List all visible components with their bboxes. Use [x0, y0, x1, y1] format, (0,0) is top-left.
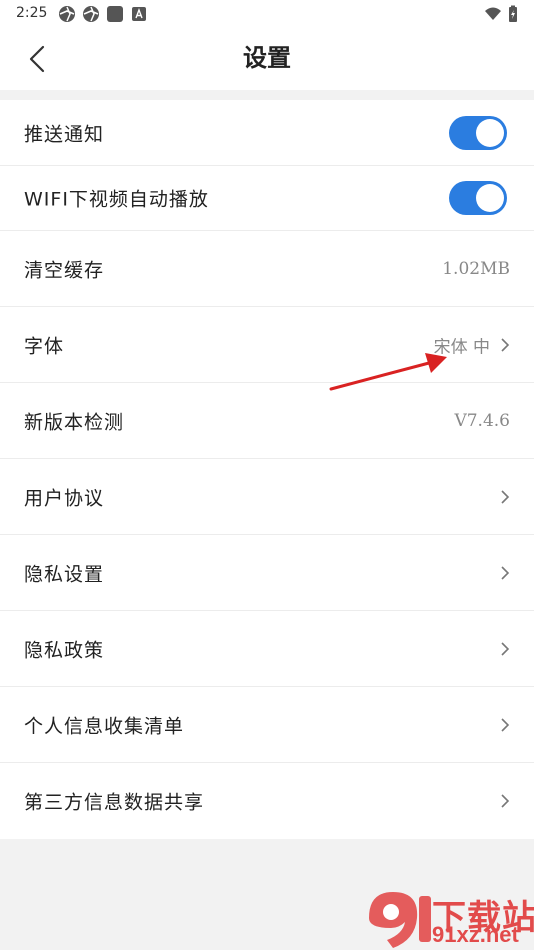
version-value: V7.4.6: [454, 410, 510, 431]
page-title: 设置: [243, 44, 291, 72]
setting-user-agreement[interactable]: 用户协议: [0, 459, 534, 535]
setting-label: 推送通知: [24, 123, 105, 145]
battery-charging-icon: [509, 5, 517, 22]
wifi-autoplay-toggle[interactable]: [449, 181, 507, 215]
cache-size-value: 1.02MB: [442, 258, 510, 279]
setting-label: 新版本检测: [24, 411, 125, 433]
setting-label: 个人信息收集清单: [24, 715, 185, 737]
setting-label: 第三方信息数据共享: [24, 791, 205, 814]
status-bar: 2:25: [0, 0, 534, 28]
status-time: 2:25: [16, 5, 48, 21]
setting-label: 隐私设置: [24, 563, 105, 585]
setting-privacy-settings[interactable]: 隐私设置: [0, 535, 534, 611]
chevron-right-icon: [501, 337, 510, 352]
chevron-right-icon: [501, 794, 510, 808]
setting-label: 隐私政策: [24, 639, 105, 661]
section-gap: [0, 90, 534, 100]
square-app-icon: [107, 6, 123, 22]
font-a-icon: [132, 7, 146, 21]
chevron-right-icon: [501, 717, 510, 732]
setting-clear-cache[interactable]: 清空缓存 1.02MB: [0, 231, 534, 307]
annotation-arrow-icon: [329, 353, 447, 391]
setting-label: 用户协议: [24, 487, 105, 509]
setting-label: 字体: [24, 335, 65, 357]
setting-label: 清空缓存: [24, 259, 105, 281]
push-notifications-toggle[interactable]: [449, 115, 507, 150]
chevron-right-icon: [501, 489, 510, 504]
watermark-domain: 91xz.net: [432, 922, 519, 947]
header: 设置: [0, 28, 534, 90]
wifi-icon: [485, 7, 501, 20]
chevron-right-icon: [501, 565, 510, 580]
setting-third-party-sharing[interactable]: 第三方信息数据共享: [0, 763, 534, 839]
aperture-icon: [83, 6, 99, 22]
status-icons-right: [484, 5, 518, 23]
aperture-icon: [59, 6, 75, 22]
setting-push-notifications[interactable]: 推送通知: [0, 100, 534, 166]
settings-list: 推送通知 WIFI下视频自动播放 清空缓存 1.02MB 字体 宋体 中 新版本…: [0, 100, 534, 839]
toggle-knob: [476, 184, 504, 212]
toggle-knob: [476, 118, 504, 147]
setting-personal-info-list[interactable]: 个人信息收集清单: [0, 687, 534, 763]
status-icons-left: [58, 5, 148, 23]
setting-privacy-policy[interactable]: 隐私政策: [0, 611, 534, 687]
chevron-right-icon: [501, 641, 510, 656]
setting-label: WIFI下视频自动播放: [24, 188, 209, 211]
setting-wifi-autoplay[interactable]: WIFI下视频自动播放: [0, 166, 534, 231]
